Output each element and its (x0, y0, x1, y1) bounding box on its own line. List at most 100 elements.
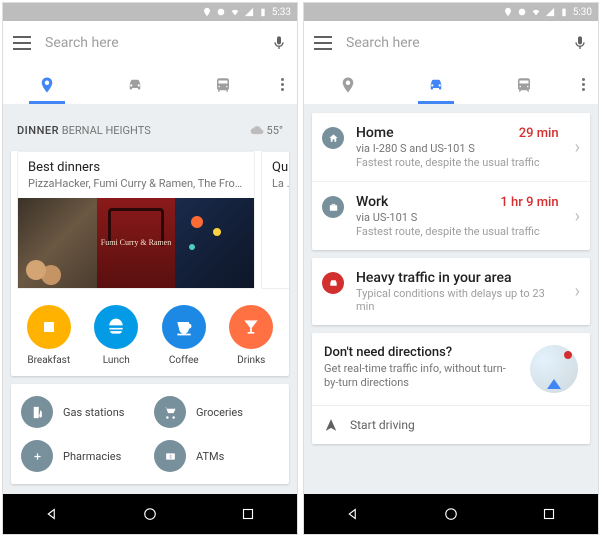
back-button[interactable] (43, 505, 61, 523)
cat-breakfast[interactable]: Breakfast (15, 305, 83, 366)
restaurant-photo (175, 198, 254, 288)
sync-icon (216, 7, 226, 17)
wifi-icon (230, 7, 240, 17)
svc-groceries[interactable]: Groceries (154, 392, 279, 432)
tab-driving[interactable] (91, 65, 179, 104)
drinks-icon (241, 317, 261, 337)
card-sub: La Alt (272, 177, 289, 190)
search-bar[interactable]: Search here (3, 21, 297, 65)
cat-coffee[interactable]: Coffee (150, 305, 218, 366)
home-icon (322, 127, 344, 149)
route-note: Fastest route, despite the usual traffic (356, 225, 559, 238)
category-row: Breakfast Lunch Coffee Drinks (11, 299, 289, 376)
tab-bar (3, 65, 297, 105)
route-via: via US-101 S (356, 211, 559, 224)
svc-atms[interactable]: $ATMs (154, 436, 279, 476)
sync-icon (517, 7, 527, 17)
tab-explore[interactable] (3, 65, 91, 104)
tab-transit[interactable] (480, 65, 568, 104)
nav-bar (304, 494, 598, 534)
search-bar[interactable]: Search here (304, 21, 598, 65)
restaurant-photo (18, 198, 97, 288)
weather: 55° (250, 123, 283, 137)
temperature: 55° (267, 124, 283, 137)
clock: 5:33 (272, 7, 291, 18)
chevron-right-icon: › (575, 206, 580, 227)
tab-driving[interactable] (392, 65, 480, 104)
card-images: Fumi Curry & Ramen (18, 198, 254, 288)
clock: 5:30 (573, 7, 592, 18)
route-note: Fastest route, despite the usual traffic (356, 156, 559, 169)
prompt-title: Don't need directions? (324, 345, 520, 360)
eta: 1 hr 9 min (500, 195, 558, 210)
traffic-icon (322, 272, 344, 294)
location-icon (202, 7, 212, 17)
chevron-right-icon: › (575, 281, 580, 302)
content-explore: DINNER BERNAL HEIGHTS 55° Best dinners P… (3, 105, 297, 494)
signal-icon (545, 7, 555, 17)
map-illustration (530, 345, 578, 393)
cloud-icon (250, 123, 264, 137)
nav-bar (3, 494, 297, 534)
card-sub: PizzaHacker, Fumi Curry & Ramen, The Fro… (28, 177, 244, 190)
mic-icon[interactable] (271, 33, 287, 53)
gas-icon (30, 405, 45, 420)
eta: 29 min (519, 126, 559, 141)
section-header: DINNER BERNAL HEIGHTS 55° (11, 113, 289, 143)
services-card: Gas stations Groceries Pharmacies $ATMs (11, 384, 289, 484)
mic-icon[interactable] (572, 33, 588, 53)
dest-work[interactable]: Work1 hr 9 min via US-101 S Fastest rout… (312, 182, 590, 250)
dest-home[interactable]: Home29 min via I-280 S and US-101 S Fast… (312, 113, 590, 182)
carousel[interactable]: Best dinners PizzaHacker, Fumi Curry & R… (11, 151, 289, 299)
pharmacy-icon (30, 449, 45, 464)
signal-icon (244, 7, 254, 17)
chevron-right-icon: › (575, 137, 580, 158)
atm-icon: $ (163, 449, 178, 464)
card-title: Best dinners (28, 160, 244, 175)
restaurant-photo: Fumi Curry & Ramen (97, 198, 176, 288)
card-title: Quick (272, 160, 289, 175)
home-button[interactable] (141, 505, 159, 523)
more-icon[interactable] (568, 78, 598, 91)
dinner-card: Best dinners PizzaHacker, Fumi Curry & R… (11, 151, 289, 376)
battery-icon (559, 7, 569, 17)
driving-prompt-card: Don't need directions? Get real-time tra… (312, 333, 590, 444)
recent-button[interactable] (239, 505, 257, 523)
wifi-icon (531, 7, 541, 17)
status-bar: 5:33 (3, 3, 297, 21)
cat-lunch[interactable]: Lunch (83, 305, 151, 366)
prompt-sub: Get real-time traffic info, without turn… (324, 362, 520, 391)
destinations-card: Home29 min via I-280 S and US-101 S Fast… (312, 113, 590, 250)
breakfast-icon (39, 317, 59, 337)
menu-icon[interactable] (13, 36, 31, 50)
phone-driving: 5:30 Search here Home29 min via I-280 S … (303, 2, 599, 535)
tab-transit[interactable] (179, 65, 267, 104)
menu-icon[interactable] (314, 36, 332, 50)
search-input[interactable]: Search here (45, 35, 257, 51)
navigate-icon (324, 418, 338, 432)
tab-explore[interactable] (304, 65, 392, 104)
lunch-icon (106, 317, 126, 337)
content-driving: Home29 min via I-280 S and US-101 S Fast… (304, 105, 598, 494)
location-icon (503, 7, 513, 17)
carousel-card[interactable]: Quick La Alt (261, 151, 289, 289)
traffic-sub: Typical conditions with delays up to 23 … (356, 287, 559, 313)
search-input[interactable]: Search here (346, 35, 558, 51)
coffee-icon (174, 317, 194, 337)
traffic-card[interactable]: Heavy traffic in your area Typical condi… (312, 258, 590, 325)
recent-button[interactable] (540, 505, 558, 523)
svc-gas[interactable]: Gas stations (21, 392, 146, 432)
phone-explore: 5:33 Search here DINNER BERNAL HEIGHTS 5… (2, 2, 298, 535)
route-via: via I-280 S and US-101 S (356, 142, 559, 155)
status-bar: 5:30 (304, 3, 598, 21)
battery-icon (258, 7, 268, 17)
svc-pharmacies[interactable]: Pharmacies (21, 436, 146, 476)
start-driving-button[interactable]: Start driving (312, 405, 590, 444)
carousel-card[interactable]: Best dinners PizzaHacker, Fumi Curry & R… (17, 151, 255, 289)
more-icon[interactable] (267, 78, 297, 91)
cart-icon (163, 405, 178, 420)
cat-drinks[interactable]: Drinks (218, 305, 286, 366)
home-button[interactable] (442, 505, 460, 523)
traffic-title: Heavy traffic in your area (356, 270, 559, 286)
back-button[interactable] (344, 505, 362, 523)
